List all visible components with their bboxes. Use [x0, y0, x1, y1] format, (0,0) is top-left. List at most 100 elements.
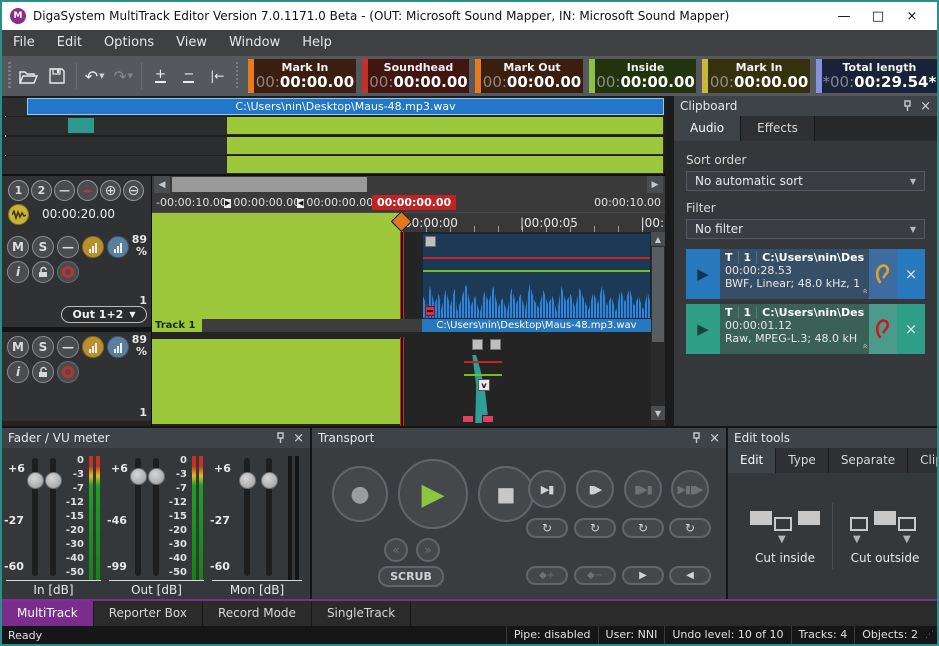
- collapse-button[interactable]: —: [54, 180, 75, 201]
- waveform-mode-button[interactable]: [8, 204, 29, 225]
- item-delete-button[interactable]: ×: [897, 249, 925, 299]
- sort-order-select[interactable]: No automatic sort ▼: [686, 171, 925, 191]
- track1-meter-pre-button[interactable]: [82, 236, 104, 258]
- close-panel-icon[interactable]: ×: [709, 432, 720, 445]
- track1-green-clip[interactable]: [152, 232, 400, 319]
- tab-audio[interactable]: Audio: [674, 116, 741, 141]
- play-between-marks-button[interactable]: ▮▶▮: [624, 470, 662, 508]
- track1-minimize-button[interactable]: —: [57, 236, 79, 258]
- menu-options[interactable]: Options: [93, 30, 165, 56]
- pin-icon[interactable]: [692, 432, 701, 444]
- tab-multitrack[interactable]: MultiTrack: [2, 601, 94, 626]
- rewind-button[interactable]: «: [384, 538, 408, 562]
- fader-knob[interactable]: [27, 472, 44, 489]
- track1-audio-clip[interactable]: [422, 233, 651, 319]
- track1-solo-button[interactable]: S: [32, 236, 54, 258]
- track2-meter-pre-button[interactable]: [82, 336, 104, 358]
- play-button[interactable]: ▶: [398, 459, 468, 529]
- zoom-out-button[interactable]: −: [175, 61, 203, 91]
- chevron-up-icon[interactable]: »: [864, 287, 867, 298]
- play-from-mark-button[interactable]: ▮▶: [576, 470, 614, 508]
- clip-marker-badge[interactable]: [425, 306, 435, 316]
- menu-file[interactable]: File: [2, 30, 46, 56]
- tab-separate[interactable]: Separate: [829, 448, 908, 473]
- tab-record-mode[interactable]: Record Mode: [203, 601, 312, 626]
- clip-handle[interactable]: [490, 339, 501, 350]
- mark-out-flag-icon[interactable]: ◀: [297, 199, 304, 208]
- zoom-preset-2-button[interactable]: 2: [31, 180, 52, 201]
- fast-forward-button[interactable]: »: [416, 538, 440, 562]
- track2-green-clip[interactable]: [152, 339, 400, 424]
- scrub-button[interactable]: SCRUB: [378, 566, 444, 587]
- play-around-button[interactable]: ▶▮▮▶: [671, 470, 709, 508]
- track2-lock-button[interactable]: [32, 361, 54, 383]
- item-play-button[interactable]: ▶: [686, 304, 720, 354]
- pin-icon[interactable]: [276, 432, 285, 444]
- overview-clip-green-3[interactable]: [227, 156, 663, 173]
- tracks-vertical-scrollbar[interactable]: ▲ ▼: [651, 232, 665, 426]
- open-file-button[interactable]: [15, 61, 43, 91]
- scrollbar-thumb[interactable]: [652, 247, 664, 342]
- track2-info-button[interactable]: i: [7, 361, 29, 383]
- filter-select[interactable]: No filter ▼: [686, 219, 925, 239]
- overview-clip-teal[interactable]: [68, 118, 94, 133]
- minimize-button[interactable]: —: [827, 9, 861, 24]
- zoom-in-magnifier-button[interactable]: ⊕: [100, 180, 121, 201]
- loop-button-3[interactable]: ↻: [622, 518, 664, 538]
- redo-button[interactable]: ↷▼: [109, 61, 137, 91]
- tab-singletrack[interactable]: SingleTrack: [312, 601, 411, 626]
- track1-mute-button[interactable]: M: [7, 236, 29, 258]
- clip-handle[interactable]: [425, 236, 436, 247]
- track1-lane[interactable]: [152, 232, 651, 319]
- clipboard-item-2[interactable]: ▶ T 1 C:\Users\nin\Desktop\ 00:00:01.12 …: [686, 304, 925, 354]
- close-panel-icon[interactable]: ×: [920, 100, 931, 113]
- track2-meter-post-button[interactable]: [107, 336, 129, 358]
- toolbar-grip[interactable]: [236, 62, 239, 90]
- chevron-up-icon[interactable]: »: [864, 342, 867, 353]
- item-listen-button[interactable]: [869, 249, 897, 299]
- menu-help[interactable]: Help: [291, 30, 343, 56]
- undo-button[interactable]: ↶▼: [80, 61, 108, 91]
- timeline-ruler[interactable]: 00:00:00 |00:00:05 |00:: [152, 212, 665, 232]
- tab-clip-insert[interactable]: Clip & In: [908, 448, 937, 473]
- tab-reporter-box[interactable]: Reporter Box: [94, 601, 203, 626]
- zoom-out-magnifier-button[interactable]: ⊖: [123, 180, 144, 201]
- tab-type[interactable]: Type: [776, 448, 829, 473]
- ruler-green-region[interactable]: [152, 213, 402, 233]
- remove-marker-button[interactable]: ◆−: [574, 566, 616, 585]
- menu-view[interactable]: View: [165, 30, 218, 56]
- overview-clip-bar[interactable]: C:\Users\nin\Desktop\Maus-48.mp3.wav: [27, 98, 664, 115]
- tab-effects[interactable]: Effects: [741, 116, 815, 141]
- track1-name[interactable]: Track 1: [152, 319, 202, 332]
- track1-info-button[interactable]: i: [7, 261, 29, 283]
- scroll-down-button[interactable]: ▼: [651, 406, 665, 420]
- menu-edit[interactable]: Edit: [46, 30, 93, 56]
- clip-v-marker[interactable]: v: [478, 379, 490, 391]
- stop-button[interactable]: ■: [478, 466, 534, 522]
- cut-inside-tool[interactable]: ▼ Cut inside: [740, 507, 830, 597]
- scroll-right-button[interactable]: ▶: [647, 176, 663, 193]
- loop-button-1[interactable]: ↻: [526, 518, 568, 538]
- clip-green-line[interactable]: [423, 270, 650, 272]
- record-button[interactable]: ●: [332, 466, 388, 522]
- fader-knob[interactable]: [130, 468, 147, 485]
- scroll-up-button[interactable]: ▲: [651, 232, 665, 246]
- fader-knob[interactable]: [261, 472, 278, 489]
- resize-grip[interactable]: ⋰: [925, 630, 935, 640]
- cut-outside-tool[interactable]: ▼ ▼ Cut outside: [840, 507, 930, 597]
- maximize-button[interactable]: □: [861, 9, 895, 24]
- overview-clip-green-2[interactable]: [227, 137, 663, 154]
- close-panel-icon[interactable]: ×: [293, 432, 304, 445]
- track1-lock-button[interactable]: [32, 261, 54, 283]
- save-button[interactable]: [43, 61, 71, 91]
- track1-clip-label[interactable]: C:\Users\nin\Desktop\Maus-48.mp3.wav: [422, 319, 651, 332]
- track2-record-arm-button[interactable]: [57, 361, 79, 383]
- toolbar-grip[interactable]: [8, 62, 11, 90]
- scroll-left-button[interactable]: ◀: [154, 176, 170, 193]
- track2-mute-button[interactable]: M: [7, 336, 29, 358]
- timeline-scrollbar-thumb[interactable]: [172, 177, 367, 192]
- play-to-mark-button[interactable]: ▶▮: [528, 470, 566, 508]
- add-marker-button[interactable]: ◆+: [526, 566, 568, 585]
- zoom-fit-icon[interactable]: ◄►: [77, 180, 98, 201]
- tab-edit[interactable]: Edit: [728, 448, 776, 473]
